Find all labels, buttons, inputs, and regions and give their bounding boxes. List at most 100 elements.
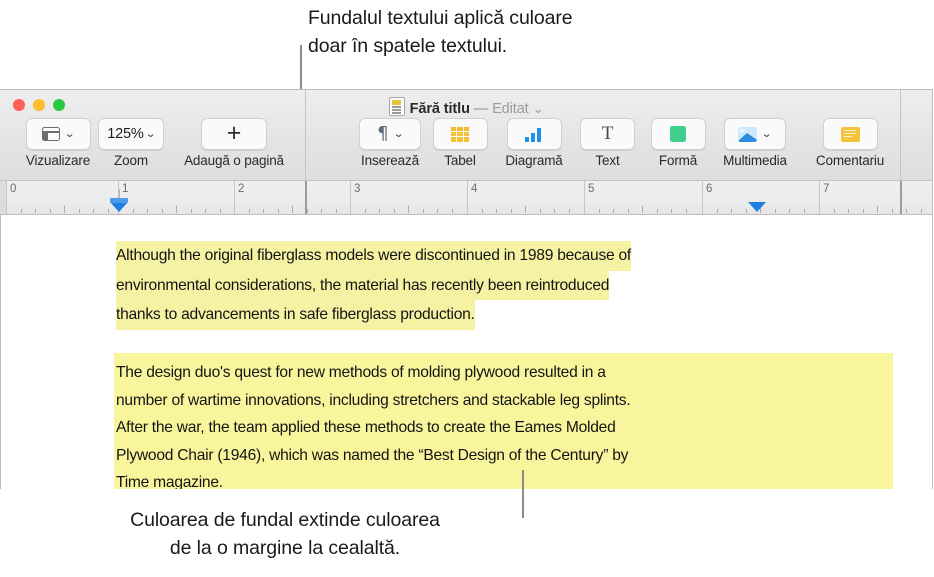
comment-button[interactable]	[822, 118, 878, 150]
ruler-tick	[554, 209, 555, 213]
window-controls	[13, 99, 65, 111]
chart-button[interactable]	[506, 118, 562, 150]
ruler-tick	[848, 209, 849, 213]
ruler-tick	[437, 209, 438, 213]
ruler-tick	[775, 209, 776, 213]
photo-icon	[738, 126, 758, 142]
ruler-tick	[599, 209, 600, 213]
zoom-button-label: Zoom	[114, 153, 148, 168]
table-button[interactable]	[432, 118, 488, 150]
ruler-tick	[108, 209, 109, 213]
ruler-tick	[307, 209, 308, 213]
bar-chart-icon	[525, 127, 543, 142]
ruler-margin-divider-right	[900, 181, 902, 214]
toolbar-separator-1	[305, 90, 306, 180]
ruler-unit-label: 5	[588, 183, 595, 195]
comment-button-label: Comentariu	[815, 153, 885, 168]
ruler-tick	[394, 209, 395, 213]
ruler-tick	[540, 209, 541, 213]
ruler-tick	[191, 209, 192, 213]
ruler-tick	[613, 209, 614, 213]
ruler-tick	[906, 209, 907, 213]
chart-button-label: Diagramă	[505, 153, 563, 168]
ruler-tick	[162, 209, 163, 213]
ruler-unit-label: 0	[10, 183, 17, 195]
media-button[interactable]: ⌄	[724, 118, 786, 150]
ruler-tick	[249, 209, 250, 213]
text-background-line: environmental considerations, the materi…	[116, 270, 609, 300]
background-color-line: After the war, the team applied these me…	[116, 419, 616, 436]
ruler-tick	[93, 209, 94, 213]
ruler[interactable]: 01234567	[0, 181, 932, 215]
add-page-button-label: Adaugă o pagină	[184, 153, 284, 168]
ruler-tick	[642, 206, 643, 213]
document-canvas[interactable]: Although the original fiberglass models …	[0, 215, 932, 489]
ruler-tick	[804, 209, 805, 213]
ruler-tick	[35, 209, 36, 213]
right-indent-marker[interactable]	[748, 202, 766, 212]
ruler-tick	[64, 206, 65, 213]
window-layout-icon	[41, 127, 60, 141]
ruler-tick	[789, 209, 790, 213]
text-box-icon: T	[601, 123, 614, 144]
shape-square-icon	[670, 126, 686, 142]
add-page-button[interactable]: +	[201, 118, 267, 150]
ruler-tick	[746, 209, 747, 213]
ruler-tick	[452, 209, 453, 213]
zoom-value: 125%	[107, 126, 144, 142]
close-window-button[interactable]	[13, 99, 25, 111]
ruler-tick	[365, 209, 366, 213]
ruler-tick	[79, 209, 80, 213]
ruler-unit-label: 7	[823, 183, 830, 195]
shape-button[interactable]	[650, 118, 706, 150]
ruler-tick	[569, 209, 570, 213]
background-color-line: Plywood Chair (1946), which was named th…	[116, 446, 629, 464]
pilcrow-icon: ¶	[377, 123, 389, 144]
view-button[interactable]: ⌄	[25, 118, 91, 150]
callout-caption-bottom: Culoarea de fundal extinde culoarea de l…	[130, 509, 440, 559]
insert-button[interactable]: ¶ ⌄	[359, 118, 421, 150]
minimize-window-button[interactable]	[33, 99, 45, 111]
toolbar-separator-2	[900, 90, 901, 180]
shape-button-label: Formă	[658, 153, 698, 168]
ruler-tick	[408, 206, 409, 213]
maximize-window-button[interactable]	[53, 99, 65, 111]
toolbar: ⌄ Vizualizare 125% ⌄ Zoom + Adaugă o pag…	[0, 90, 932, 181]
table-grid-icon	[451, 126, 469, 142]
text-box-button[interactable]: T	[580, 118, 635, 150]
chevron-down-icon: ⌄	[144, 127, 156, 140]
ruler-unit-label: 4	[471, 183, 478, 195]
ruler-margin-divider-left	[305, 181, 307, 214]
insert-button-label: Inserează	[361, 153, 419, 168]
paragraph-text-background[interactable]: Although the original fiberglass models …	[116, 241, 756, 330]
text-box-button-label: Text	[595, 153, 620, 168]
sticky-note-icon	[840, 126, 860, 142]
ruler-tick	[686, 209, 687, 213]
callout-caption-top: Fundalul textului aplică culoare doar în…	[308, 7, 573, 57]
text-background-line: Although the original fiberglass models …	[116, 241, 631, 271]
pages-app-window: ⌄ Vizualizare 125% ⌄ Zoom + Adaugă o pag…	[0, 89, 933, 489]
ruler-tick	[731, 209, 732, 213]
background-color-line: number of wartime innovations, including…	[116, 391, 631, 409]
ruler-tick	[525, 206, 526, 213]
ruler-tick	[278, 209, 279, 213]
ruler-tick	[50, 209, 51, 213]
ruler-tick	[657, 209, 658, 213]
view-button-label: Vizualizare	[25, 153, 91, 168]
ruler-tick	[263, 209, 264, 213]
left-indent-marker[interactable]	[110, 189, 128, 212]
plus-icon: +	[226, 118, 242, 147]
ruler-tick	[671, 209, 672, 213]
ruler-tick	[482, 209, 483, 213]
ruler-tick	[336, 209, 337, 213]
ruler-tick	[892, 209, 893, 213]
ruler-tick	[147, 209, 148, 213]
ruler-tick	[423, 209, 424, 213]
chevron-down-icon: ⌄	[63, 127, 76, 140]
ruler-tick	[133, 209, 134, 213]
ruler-tick	[511, 209, 512, 213]
paragraph-background-color[interactable]: The design duo's quest for new methods o…	[114, 353, 893, 489]
text-background-line: thanks to advancements in safe fiberglas…	[116, 300, 475, 330]
chevron-down-icon: ⌄	[761, 127, 773, 140]
zoom-button[interactable]: 125% ⌄	[98, 118, 164, 150]
